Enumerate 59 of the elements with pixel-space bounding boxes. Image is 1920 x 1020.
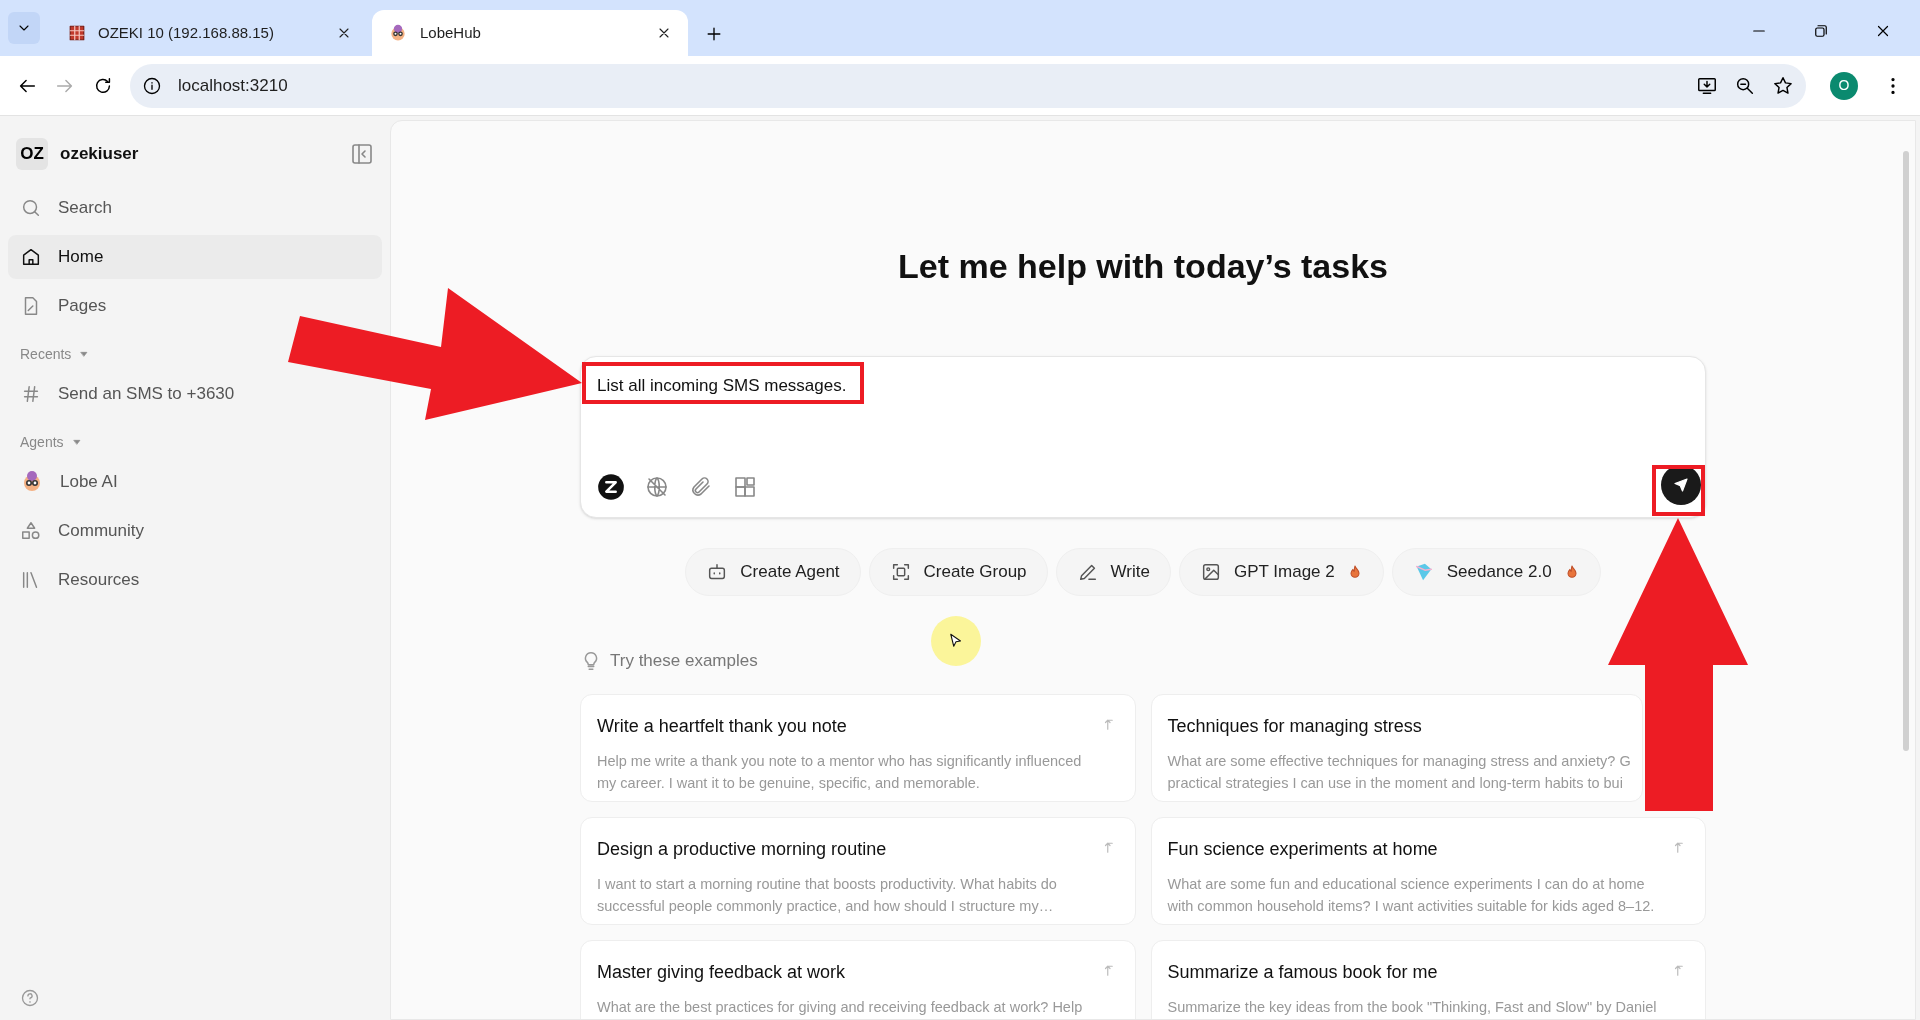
sidebar-item[interactable]: Search <box>8 186 124 230</box>
restore-icon[interactable] <box>1812 22 1830 40</box>
sidebar-item[interactable]: Resources <box>8 558 152 602</box>
caret-icon <box>79 349 90 359</box>
sidebar-item[interactable]: Home <box>8 235 382 279</box>
grid-icon <box>68 24 86 42</box>
sidebar-item[interactable]: Lobe AI <box>8 460 130 504</box>
card-description: What are the best practices for giving and receiving feedback at work? Help <box>597 997 1083 1017</box>
page-heading: Let me help with today’s tasks <box>897 246 1389 287</box>
card-title: Summarize a famous book for me <box>1167 960 1438 984</box>
avatar-icon <box>388 23 408 43</box>
card-title: Write a heartfelt thank you note <box>597 714 847 738</box>
example-card[interactable]: Design a productive morning routine I want to start a morning routine that boosts productivity. What habits do successful people commonly practice, and how should I structure my… <box>580 816 1136 925</box>
help-icon[interactable] <box>20 988 40 1008</box>
card-description: What are some effective techniques for managing stress and anxiety? G practical strategies I can use in the moment and long-term habits to bui <box>1167 751 1631 793</box>
caret-icon <box>71 437 82 447</box>
search-icon <box>20 197 42 219</box>
chat-input[interactable]: List all incoming SMS messages. <box>580 356 1706 518</box>
sidebar-item[interactable]: Pages <box>8 284 119 328</box>
address-bar[interactable]: localhost:3210 <box>130 63 1806 108</box>
action-chip[interactable]: GPT Image 2 <box>1178 548 1384 596</box>
shapes-icon <box>20 520 42 542</box>
browser-tab[interactable]: LobeHub <box>372 10 688 56</box>
scrollbar-thumb[interactable] <box>1903 151 1909 751</box>
example-card[interactable]: Techniques for managing stress What are some effective techniques for managing stress and anxiety? G practical strategies I can use in the moment and long-term habits to bui <box>1150 693 1643 802</box>
action-chip[interactable]: Write <box>1055 548 1171 596</box>
card-title: Design a productive morning routine <box>597 837 887 861</box>
sidebar-toggle-icon[interactable] <box>350 142 374 166</box>
info-icon <box>142 75 162 96</box>
card-description: Help me write a thank you note to a mentor who has significantly influenced my career. I want it to be genuine, specific, and memorable. <box>597 751 1082 793</box>
sidebar-item[interactable]: Community <box>8 509 156 553</box>
action-chip[interactable]: Create Agent <box>685 548 861 596</box>
card-description: I want to start a morning routine that boosts productivity. What habits do successful people commonly practice, and how should I structure my… <box>597 874 1057 916</box>
user-avatar: OZ <box>16 138 48 170</box>
action-chip[interactable]: Create Group <box>868 548 1048 596</box>
globe-off-icon[interactable] <box>645 475 669 499</box>
user-name: ozekiuser <box>60 143 140 166</box>
action-chip[interactable]: Seedance 2.0 <box>1391 548 1601 596</box>
browser-tab[interactable]: OZEKI 10 (192.168.88.15) <box>52 10 368 56</box>
home-icon <box>20 246 42 268</box>
section-label: Try these examples <box>610 650 758 672</box>
send-icon <box>1672 476 1690 494</box>
url-text: localhost:3210 <box>178 74 288 97</box>
paperclip-icon[interactable] <box>689 475 713 499</box>
example-card[interactable]: Fun science experiments at home What are some fun and educational science experiments I can do at home with common household items? I want activities suitable for kids aged 8–12. <box>1150 816 1706 925</box>
example-card[interactable]: Write a heartfelt thank you note Help me write a thank you note to a mentor who has significantly influenced my career. I want it to be genuine, specific, and memorable. <box>580 693 1136 802</box>
highlight-frame <box>1652 465 1705 516</box>
example-card[interactable]: Summarize a famous book for me Summarize the key ideas from the book "Thinking, Fast and Slow" by Daniel <box>1150 939 1706 1019</box>
example-card[interactable]: Master giving feedback at work What are the best practices for giving and receiving feedback at work? Help <box>580 939 1136 1019</box>
profile-avatar[interactable]: O <box>1830 71 1858 100</box>
card-title: Master giving feedback at work <box>597 960 846 984</box>
model-icon[interactable] <box>597 473 625 501</box>
card-title: Fun science experiments at home <box>1167 837 1438 861</box>
plugins-icon[interactable] <box>733 475 757 499</box>
card-description: Summarize the key ideas from the book "Thinking, Fast and Slow" by Daniel <box>1167 997 1657 1017</box>
star-icon[interactable] <box>1772 74 1794 97</box>
sidebar-item[interactable]: Send an SMS to +3630 <box>8 372 247 416</box>
card-description: What are some fun and educational science experiments I can do at home with common household items? I want activities suitable for kids aged 8–12. <box>1167 874 1655 916</box>
card-title: Techniques for managing stress <box>1167 714 1422 738</box>
